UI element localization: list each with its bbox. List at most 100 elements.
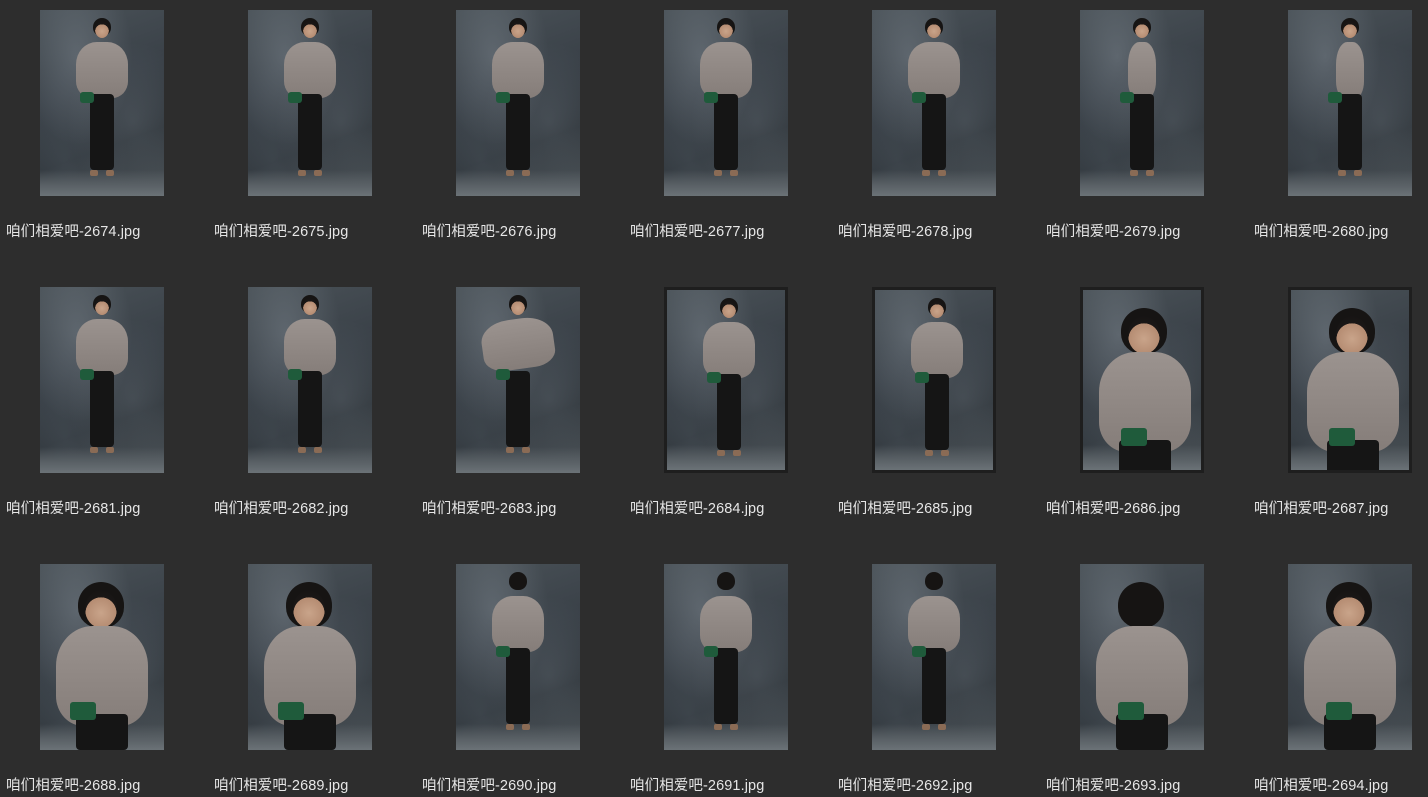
photo-thumbnail[interactable] bbox=[664, 564, 788, 750]
face bbox=[927, 21, 941, 38]
file-name[interactable]: 咱们相爱吧-2674.jpg bbox=[6, 220, 206, 241]
pants-shape bbox=[506, 648, 530, 724]
photo-thumbnail[interactable] bbox=[872, 564, 996, 750]
file-item[interactable]: 咱们相爱吧-2678.jpg bbox=[838, 10, 1038, 260]
file-name[interactable]: 咱们相爱吧-2690.jpg bbox=[422, 774, 622, 795]
photo-thumbnail[interactable] bbox=[1288, 287, 1412, 473]
photo-thumbnail[interactable] bbox=[248, 10, 372, 196]
handbag bbox=[80, 92, 94, 103]
file-item[interactable]: 咱们相爱吧-2682.jpg bbox=[214, 287, 414, 537]
file-name[interactable]: 咱们相爱吧-2679.jpg bbox=[1046, 220, 1246, 241]
file-name[interactable]: 咱们相爱吧-2675.jpg bbox=[214, 220, 414, 241]
photo-thumbnail[interactable] bbox=[1288, 564, 1412, 750]
file-name[interactable]: 咱们相爱吧-2693.jpg bbox=[1046, 774, 1246, 795]
sweater-shape bbox=[911, 322, 963, 378]
person-figure bbox=[40, 287, 164, 473]
face bbox=[293, 590, 325, 628]
face bbox=[511, 21, 525, 38]
person-figure bbox=[1291, 290, 1409, 470]
file-name[interactable]: 咱们相爱吧-2686.jpg bbox=[1046, 497, 1246, 518]
photo-thumbnail[interactable] bbox=[1288, 10, 1412, 196]
file-name[interactable]: 咱们相爱吧-2689.jpg bbox=[214, 774, 414, 795]
file-name[interactable]: 咱们相爱吧-2678.jpg bbox=[838, 220, 1038, 241]
file-item[interactable]: 咱们相爱吧-2687.jpg bbox=[1254, 287, 1428, 537]
person-figure bbox=[872, 10, 996, 196]
photo-thumbnail[interactable] bbox=[456, 287, 580, 473]
handbag bbox=[912, 92, 926, 103]
face bbox=[1135, 21, 1149, 38]
file-name[interactable]: 咱们相爱吧-2681.jpg bbox=[6, 497, 206, 518]
photo-thumbnail[interactable] bbox=[664, 287, 788, 473]
shoe bbox=[506, 724, 514, 730]
photo-thumbnail[interactable] bbox=[456, 564, 580, 750]
handbag bbox=[1120, 92, 1134, 103]
handbag bbox=[915, 372, 929, 383]
shoe bbox=[717, 450, 725, 456]
file-name[interactable]: 咱们相爱吧-2682.jpg bbox=[214, 497, 414, 518]
file-item[interactable]: 咱们相爱吧-2684.jpg bbox=[630, 287, 830, 537]
file-item[interactable]: 咱们相爱吧-2694.jpg bbox=[1254, 564, 1428, 797]
photo-thumbnail[interactable] bbox=[664, 10, 788, 196]
face bbox=[303, 298, 317, 315]
file-item[interactable]: 咱们相爱吧-2674.jpg bbox=[6, 10, 206, 260]
file-name[interactable]: 咱们相爱吧-2688.jpg bbox=[6, 774, 206, 795]
pants-shape bbox=[298, 371, 322, 447]
shoe bbox=[506, 170, 514, 176]
file-name[interactable]: 咱们相爱吧-2691.jpg bbox=[630, 774, 830, 795]
file-item[interactable]: 咱们相爱吧-2692.jpg bbox=[838, 564, 1038, 797]
person-figure bbox=[456, 287, 580, 473]
person-figure bbox=[248, 564, 372, 750]
file-item[interactable]: 咱们相爱吧-2677.jpg bbox=[630, 10, 830, 260]
handbag bbox=[912, 646, 926, 657]
pants-shape bbox=[1130, 94, 1154, 170]
sweater-shape bbox=[908, 42, 960, 98]
photo-thumbnail[interactable] bbox=[1080, 287, 1204, 473]
file-item[interactable]: 咱们相爱吧-2681.jpg bbox=[6, 287, 206, 537]
person-figure bbox=[664, 564, 788, 750]
hair-shape bbox=[925, 572, 943, 590]
file-item[interactable]: 咱们相爱吧-2679.jpg bbox=[1046, 10, 1246, 260]
file-name[interactable]: 咱们相爱吧-2677.jpg bbox=[630, 220, 830, 241]
photo-thumbnail[interactable] bbox=[1080, 564, 1204, 750]
photo-thumbnail[interactable] bbox=[40, 287, 164, 473]
photo-thumbnail[interactable] bbox=[248, 564, 372, 750]
sweater-shape bbox=[700, 596, 752, 652]
photo-thumbnail[interactable] bbox=[248, 287, 372, 473]
handbag bbox=[1328, 92, 1342, 103]
shoe bbox=[1338, 170, 1346, 176]
file-item[interactable]: 咱们相爱吧-2691.jpg bbox=[630, 564, 830, 797]
pants-shape bbox=[298, 94, 322, 170]
file-item[interactable]: 咱们相爱吧-2693.jpg bbox=[1046, 564, 1246, 797]
file-item[interactable]: 咱们相爱吧-2685.jpg bbox=[838, 287, 1038, 537]
handbag bbox=[1118, 702, 1144, 720]
photo-thumbnail[interactable] bbox=[872, 287, 996, 473]
file-item[interactable]: 咱们相爱吧-2686.jpg bbox=[1046, 287, 1246, 537]
photo-thumbnail[interactable] bbox=[872, 10, 996, 196]
pants-shape bbox=[90, 371, 114, 447]
file-name[interactable]: 咱们相爱吧-2694.jpg bbox=[1254, 774, 1428, 795]
file-name[interactable]: 咱们相爱吧-2692.jpg bbox=[838, 774, 1038, 795]
photo-thumbnail[interactable] bbox=[40, 10, 164, 196]
file-item[interactable]: 咱们相爱吧-2688.jpg bbox=[6, 564, 206, 797]
file-name[interactable]: 咱们相爱吧-2680.jpg bbox=[1254, 220, 1428, 241]
file-name[interactable]: 咱们相爱吧-2685.jpg bbox=[838, 497, 1038, 518]
file-name[interactable]: 咱们相爱吧-2684.jpg bbox=[630, 497, 830, 518]
photo-thumbnail[interactable] bbox=[40, 564, 164, 750]
file-name[interactable]: 咱们相爱吧-2676.jpg bbox=[422, 220, 622, 241]
shoe bbox=[922, 724, 930, 730]
photo-thumbnail[interactable] bbox=[1080, 10, 1204, 196]
file-item[interactable]: 咱们相爱吧-2683.jpg bbox=[422, 287, 622, 537]
file-item[interactable]: 咱们相爱吧-2676.jpg bbox=[422, 10, 622, 260]
sweater-shape bbox=[908, 596, 960, 652]
file-item[interactable]: 咱们相爱吧-2689.jpg bbox=[214, 564, 414, 797]
file-name[interactable]: 咱们相爱吧-2683.jpg bbox=[422, 497, 622, 518]
handbag bbox=[496, 646, 510, 657]
file-item[interactable]: 咱们相爱吧-2675.jpg bbox=[214, 10, 414, 260]
handbag bbox=[704, 646, 718, 657]
file-item[interactable]: 咱们相爱吧-2690.jpg bbox=[422, 564, 622, 797]
photo-thumbnail[interactable] bbox=[456, 10, 580, 196]
file-item[interactable]: 咱们相爱吧-2680.jpg bbox=[1254, 10, 1428, 260]
file-name[interactable]: 咱们相爱吧-2687.jpg bbox=[1254, 497, 1428, 518]
shoe bbox=[730, 170, 738, 176]
person-figure bbox=[664, 10, 788, 196]
